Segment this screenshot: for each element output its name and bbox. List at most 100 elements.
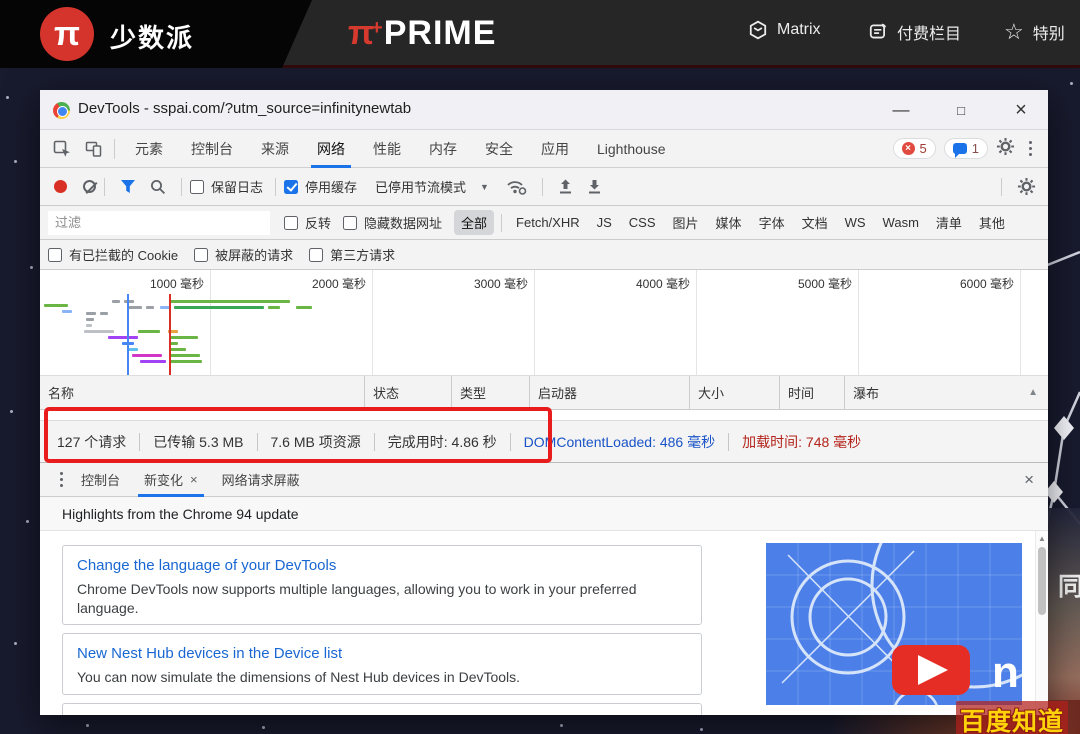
tab-security[interactable]: 安全 xyxy=(471,130,527,168)
filter-pill-media[interactable]: 媒体 xyxy=(709,210,749,235)
filter-pill-wasm[interactable]: Wasm xyxy=(876,212,926,233)
tab-application[interactable]: 应用 xyxy=(527,130,583,168)
filter-pill-other[interactable]: 其他 xyxy=(972,210,1012,235)
sspai-logo[interactable]: π xyxy=(40,7,94,61)
drawer-tab-network-blocking[interactable]: 网络请求屏蔽 xyxy=(210,463,312,497)
invert-checkbox[interactable] xyxy=(284,216,298,230)
throttling-select[interactable]: 已停用节流模式 xyxy=(375,177,466,196)
filter-pill-css[interactable]: CSS xyxy=(622,212,663,233)
star-icon: ☆ xyxy=(1004,21,1024,43)
close-window-button[interactable]: × xyxy=(998,90,1044,130)
nav-item-matrix[interactable]: Matrix xyxy=(748,20,821,40)
filter-pill-img[interactable]: 图片 xyxy=(666,210,706,235)
record-button[interactable] xyxy=(54,180,67,193)
divider xyxy=(728,433,729,451)
card-title-link[interactable]: Change the language of your DevTools xyxy=(77,557,687,574)
column-time[interactable]: 时间 xyxy=(780,376,845,410)
type-filter-pills: 全部 Fetch/XHR JS CSS 图片 媒体 字体 文档 WS Wasm … xyxy=(454,210,1012,235)
waterfall-bar xyxy=(86,324,92,327)
drawer-more-options-icon[interactable] xyxy=(54,472,69,487)
waterfall-bar xyxy=(174,306,264,309)
tab-console[interactable]: 控制台 xyxy=(177,130,247,168)
invert-label: 反转 xyxy=(305,213,331,232)
filter-pill-fetch-xhr[interactable]: Fetch/XHR xyxy=(509,212,587,233)
tab-sources[interactable]: 来源 xyxy=(247,130,303,168)
tab-performance[interactable]: 性能 xyxy=(359,130,415,168)
devtools-window: DevTools - sspai.com/?utm_source=infinit… xyxy=(40,90,1048,715)
filter-funnel-icon[interactable] xyxy=(120,179,136,194)
whats-new-card: New Nest Hub devices in the Device list … xyxy=(62,633,702,695)
inspect-element-icon[interactable] xyxy=(52,139,72,159)
filter-pill-manifest[interactable]: 清单 xyxy=(929,210,969,235)
nav-item-label: Matrix xyxy=(777,21,821,39)
scrollbar-thumb[interactable] xyxy=(1038,547,1046,615)
maximize-button[interactable]: □ xyxy=(938,90,984,130)
drawer-tabbar: 控制台 新变化 × 网络请求屏蔽 × xyxy=(40,463,1048,497)
settings-gear-icon[interactable] xyxy=(996,137,1015,161)
timeline-bars xyxy=(40,270,1048,376)
filter-input[interactable] xyxy=(48,211,270,235)
close-tab-icon[interactable]: × xyxy=(190,472,198,487)
waterfall-bar xyxy=(112,300,120,303)
window-titlebar[interactable]: DevTools - sspai.com/?utm_source=infinit… xyxy=(40,90,1048,130)
video-thumbnail[interactable]: n xyxy=(766,543,1022,705)
import-har-icon[interactable] xyxy=(558,179,573,195)
drawer-tab-console[interactable]: 控制台 xyxy=(69,463,132,497)
close-drawer-icon[interactable]: × xyxy=(1024,470,1034,490)
disable-cache-checkbox[interactable] xyxy=(284,180,298,194)
column-name[interactable]: 名称 xyxy=(40,376,365,410)
nav-item-paid-column[interactable]: 付费栏目 xyxy=(868,20,961,44)
brand-name[interactable]: 少数派 xyxy=(110,18,194,55)
tab-network[interactable]: 网络 xyxy=(303,130,359,168)
drawer-tab-whats-new[interactable]: 新变化 × xyxy=(132,463,210,497)
dcl-marker-line xyxy=(127,294,129,375)
chevron-down-icon[interactable]: ▼ xyxy=(480,182,489,192)
column-waterfall[interactable]: 瀑布 ▲ xyxy=(845,376,1048,410)
blocked-requests-checkbox[interactable] xyxy=(194,248,208,262)
hide-data-urls-label: 隐藏数据网址 xyxy=(364,213,442,232)
clear-button[interactable] xyxy=(83,180,96,193)
more-options-icon[interactable] xyxy=(1023,141,1038,156)
filter-pill-doc[interactable]: 文档 xyxy=(795,210,835,235)
error-count: 5 xyxy=(920,141,927,156)
third-party-checkbox[interactable] xyxy=(309,248,323,262)
nav-item-special[interactable]: ☆ 特别 xyxy=(1004,20,1065,44)
tab-lighthouse[interactable]: Lighthouse xyxy=(583,130,680,168)
tab-memory[interactable]: 内存 xyxy=(415,130,471,168)
column-status[interactable]: 状态 xyxy=(365,376,452,410)
message-badge[interactable]: 1 xyxy=(944,138,988,159)
hide-data-urls-checkbox[interactable] xyxy=(343,216,357,230)
waterfall-bar xyxy=(44,304,68,307)
video-thumbnail-letter: n xyxy=(992,648,1019,697)
filter-pill-all[interactable]: 全部 xyxy=(454,210,494,235)
scroll-up-icon[interactable]: ▲ xyxy=(1038,534,1046,543)
column-initiator[interactable]: 启动器 xyxy=(530,376,690,410)
blocked-cookies-checkbox[interactable] xyxy=(48,248,62,262)
tab-elements[interactable]: 元素 xyxy=(121,130,177,168)
preserve-log-checkbox[interactable] xyxy=(190,180,204,194)
nav-item-label: 付费栏目 xyxy=(897,20,961,44)
request-filter-row: 有已拦截的 Cookie 被屏蔽的请求 第三方请求 xyxy=(40,240,1048,270)
filter-pill-js[interactable]: JS xyxy=(590,212,619,233)
error-badge[interactable]: × 5 xyxy=(893,138,936,159)
column-size[interactable]: 大小 xyxy=(690,376,780,410)
minimize-button[interactable]: — xyxy=(878,90,924,130)
network-overview-timeline[interactable]: 1000 毫秒 2000 毫秒 3000 毫秒 4000 毫秒 5000 毫秒 … xyxy=(40,270,1048,376)
requests-table-header: 名称 状态 类型 启动器 大小 时间 瀑布 ▲ xyxy=(40,376,1048,410)
sort-arrow-icon[interactable]: ▲ xyxy=(1028,387,1038,398)
third-party-label: 第三方请求 xyxy=(330,245,395,264)
search-icon[interactable] xyxy=(150,179,166,195)
column-type[interactable]: 类型 xyxy=(452,376,530,410)
filter-pill-ws[interactable]: WS xyxy=(838,212,873,233)
device-toolbar-icon[interactable] xyxy=(84,139,104,159)
scrollbar[interactable]: ▲ xyxy=(1035,531,1048,715)
annotation-red-box xyxy=(44,407,552,463)
divider xyxy=(542,178,543,196)
network-settings-gear-icon[interactable] xyxy=(1017,177,1036,196)
card-title-link[interactable]: New Nest Hub devices in the Device list xyxy=(77,645,687,662)
filter-pill-font[interactable]: 字体 xyxy=(752,210,792,235)
prime-logo[interactable]: π+PRIME xyxy=(348,13,496,53)
whats-new-card: Change the language of your DevTools Chr… xyxy=(62,545,702,625)
export-har-icon[interactable] xyxy=(587,179,602,195)
network-conditions-icon[interactable] xyxy=(506,178,527,195)
